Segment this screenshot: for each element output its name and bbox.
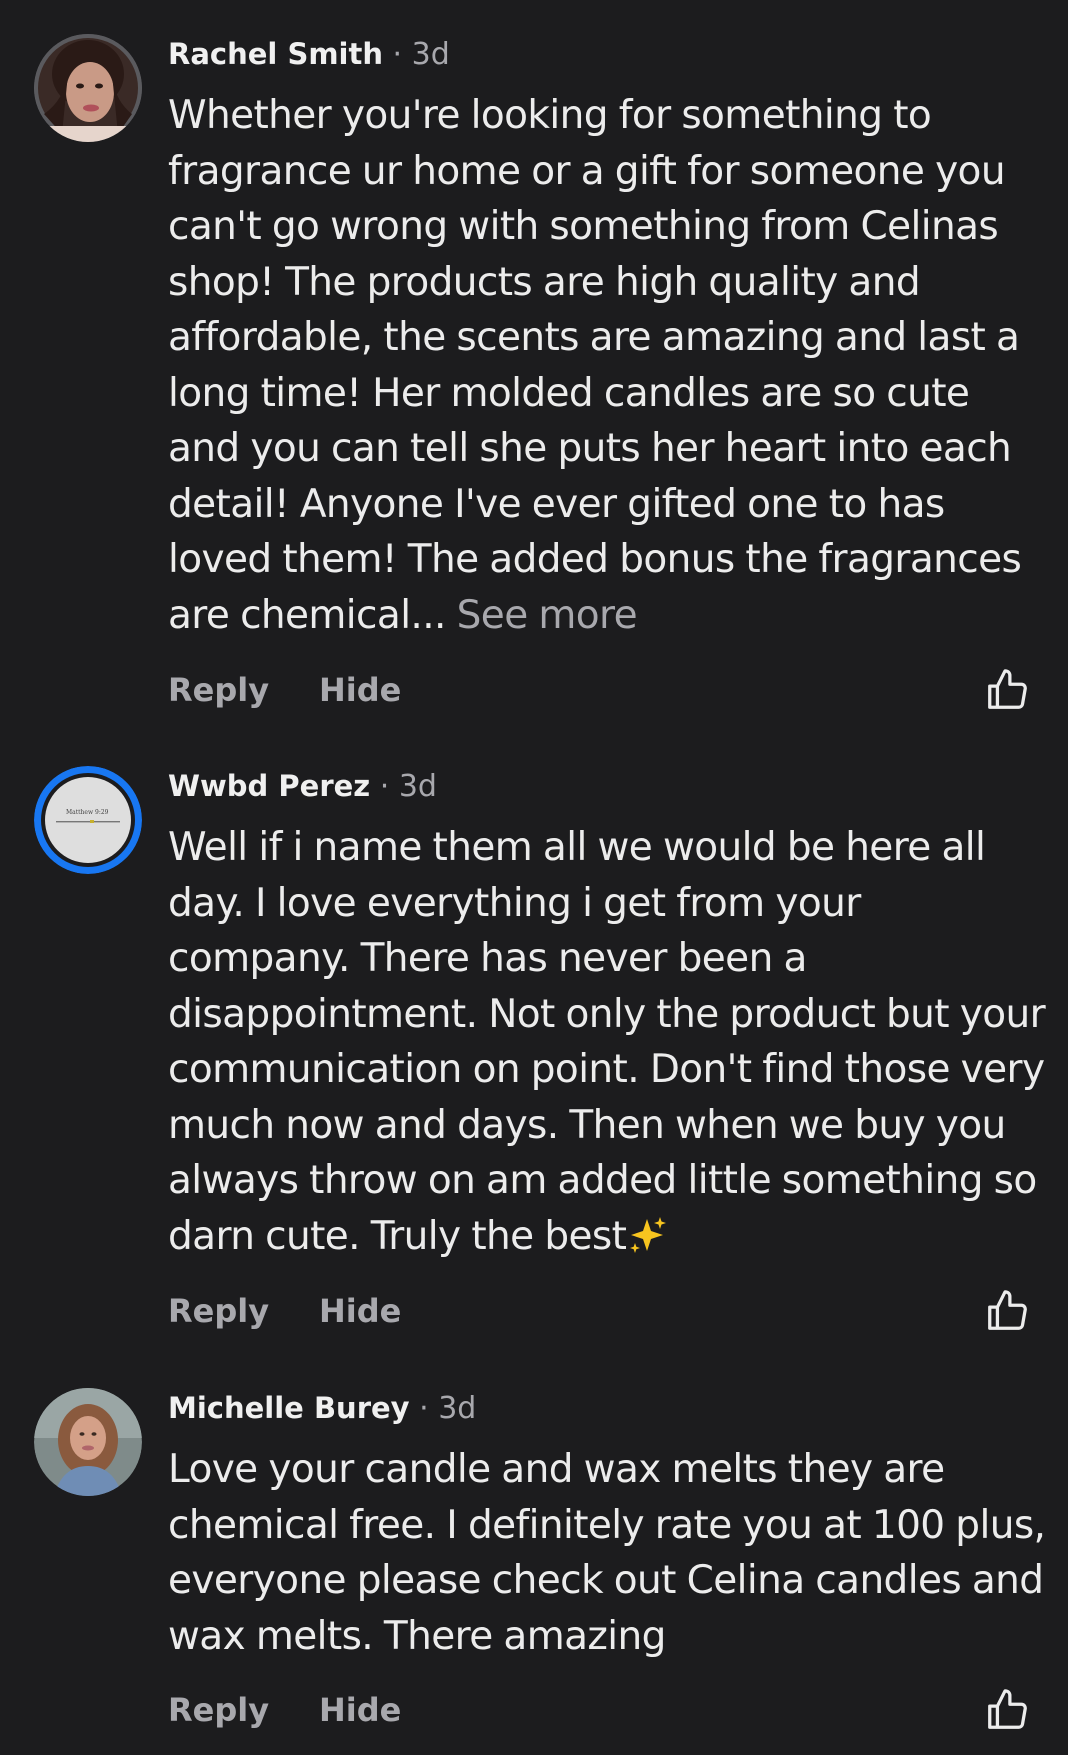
author-name[interactable]: Wwbd Perez	[168, 769, 370, 803]
avatar[interactable]	[34, 34, 142, 142]
author-name[interactable]: Rachel Smith	[168, 37, 383, 71]
comment-actions: Reply Hide	[168, 1685, 1028, 1735]
like-button[interactable]	[984, 667, 1030, 713]
comment-actions: Reply Hide	[168, 665, 1028, 715]
thumbs-up-icon	[988, 1290, 1027, 1330]
comment-body: Love your candle and wax melts they are …	[168, 1442, 1048, 1664]
hide-button[interactable]: Hide	[319, 665, 401, 715]
avatar-photo	[34, 34, 142, 142]
thumbs-up-icon	[988, 1689, 1027, 1729]
avatar-caption: Matthew 9:29	[66, 809, 109, 816]
hide-button[interactable]: Hide	[319, 1286, 401, 1336]
comment-text: Love your candle and wax melts they are …	[168, 1447, 1046, 1659]
avatar-photo: Matthew 9:29	[34, 766, 142, 874]
reply-button[interactable]: Reply	[168, 665, 269, 715]
avatar[interactable]: Matthew 9:29	[34, 766, 142, 874]
reply-button[interactable]: Reply	[168, 1286, 269, 1336]
separator-dot: ·	[379, 769, 390, 804]
comment-header: Wwbd Perez · 3d	[168, 766, 437, 807]
thumbs-up-icon	[988, 669, 1027, 709]
comment-text: Well if i name them all we would be here…	[168, 825, 1046, 1259]
separator-dot: ·	[419, 1391, 429, 1426]
sparkles-emoji-icon	[630, 1216, 667, 1253]
timestamp[interactable]: 3d	[412, 37, 450, 72]
comment-body: Well if i name them all we would be here…	[168, 820, 1048, 1264]
avatar-photo	[34, 1388, 142, 1496]
comment-header: Michelle Burey · 3d	[168, 1388, 476, 1429]
timestamp[interactable]: 3d	[438, 1391, 476, 1426]
like-button[interactable]	[984, 1288, 1030, 1334]
comment-text: Whether you're looking for something to …	[168, 93, 1022, 638]
author-name[interactable]: Michelle Burey	[168, 1391, 410, 1425]
avatar[interactable]	[34, 1388, 142, 1496]
comment-body: Whether you're looking for something to …	[168, 88, 1048, 643]
comment-actions: Reply Hide	[168, 1286, 1028, 1336]
comment-header: Rachel Smith · 3d	[168, 34, 450, 75]
see-more-link[interactable]: See more	[457, 593, 638, 638]
like-button[interactable]	[984, 1687, 1030, 1733]
separator-dot: ·	[392, 37, 403, 72]
timestamp[interactable]: 3d	[399, 769, 437, 804]
hide-button[interactable]: Hide	[319, 1685, 401, 1735]
reply-button[interactable]: Reply	[168, 1685, 269, 1735]
